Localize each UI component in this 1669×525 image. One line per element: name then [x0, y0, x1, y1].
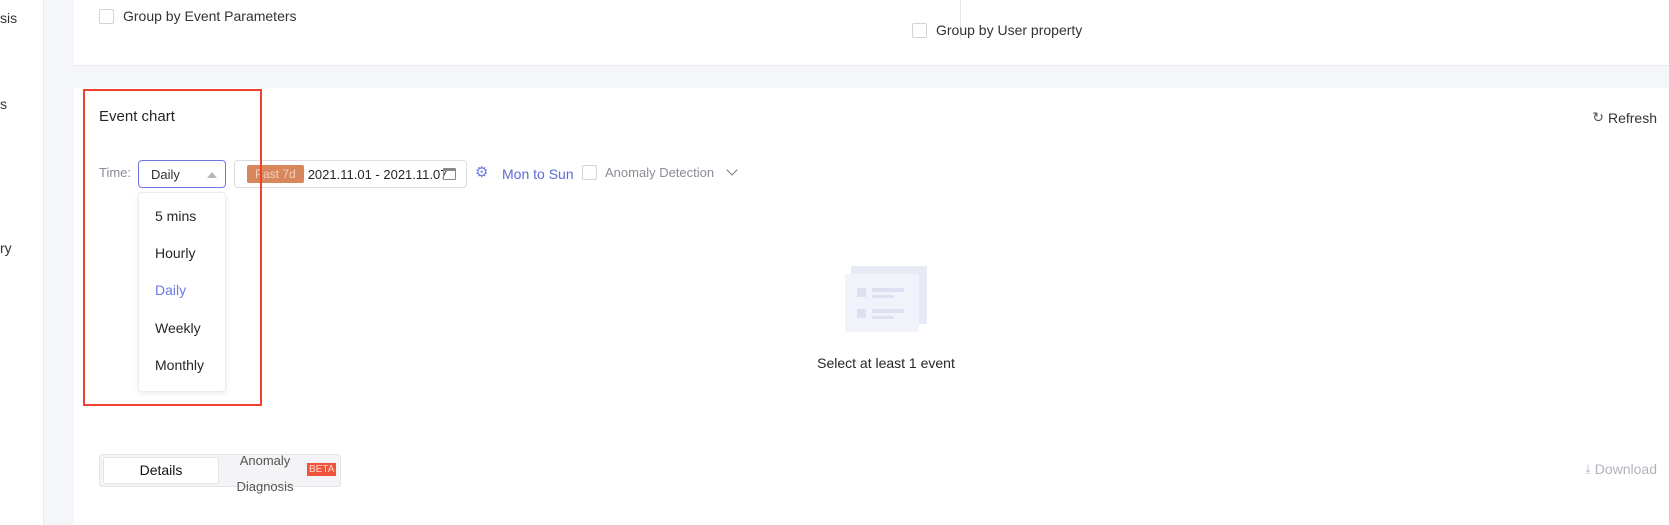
refresh-label: Refresh [1607, 109, 1657, 126]
anomaly-detection-checkbox[interactable] [582, 165, 597, 180]
group-by-user-property-label: Group by User property [936, 22, 1083, 38]
calendar-icon [443, 168, 456, 180]
beta-badge: BETA [307, 463, 337, 476]
group-by-user-property-checkbox[interactable] [912, 22, 927, 38]
anomaly-detection[interactable]: Anomaly Detection [582, 165, 714, 180]
grouping-panel [74, 0, 1669, 66]
anomaly-detection-label: Anomaly Detection [605, 165, 715, 180]
sidebar-item-fragment[interactable]: ry [0, 240, 12, 256]
group-by-event-params[interactable]: Group by Event Parameters [99, 8, 297, 24]
sidebar-item-fragment[interactable]: s [0, 96, 7, 112]
group-by-event-params-checkbox[interactable] [99, 8, 114, 24]
refresh-button[interactable]: ↻ Refresh [1592, 109, 1657, 126]
group-by-event-params-label: Group by Event Parameters [123, 8, 297, 24]
tab-anomaly-line2: Diagnosis [236, 479, 294, 494]
tab-anomaly-diagnosis[interactable]: Anomaly Diagnosis [230, 448, 300, 500]
download-icon: ⤓ [1585, 461, 1591, 476]
refresh-icon: ↻ [1592, 109, 1604, 125]
gear-icon[interactable]: ⚙ [475, 163, 488, 181]
result-tabs: Details Anomaly Diagnosis BETA [99, 453, 341, 494]
download-button[interactable]: ⤓ Download [1585, 461, 1657, 477]
sidebar-item-fragment[interactable]: sis [0, 10, 17, 26]
week-mode-link[interactable]: Mon to Sun [502, 166, 574, 182]
left-sidebar: sis s ry [0, 0, 44, 525]
empty-state-message: Select at least 1 event [817, 355, 955, 371]
date-range-text: 2021.11.01 - 2021.11.07 [307, 166, 448, 182]
download-label: Download [1594, 461, 1657, 477]
empty-state-icon [845, 266, 927, 332]
date-range-picker[interactable]: Past 7d 2021.11.01 - 2021.11.07 [234, 160, 467, 188]
tab-anomaly-line1: Anomaly [239, 453, 291, 468]
tab-details[interactable]: Details [103, 457, 219, 484]
group-by-user-property[interactable]: Group by User property [912, 22, 1082, 38]
